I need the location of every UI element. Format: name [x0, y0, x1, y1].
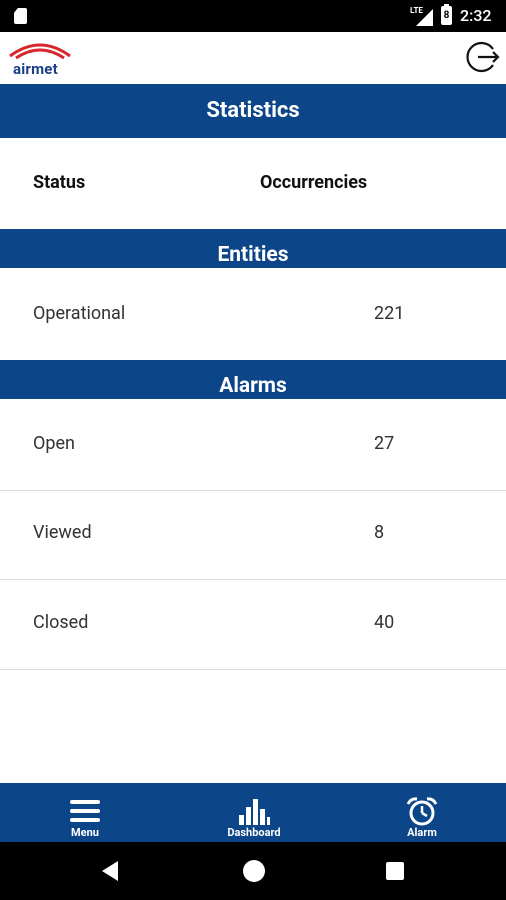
- row-label: Open: [33, 433, 75, 454]
- logout-icon[interactable]: [466, 40, 500, 74]
- divider: [0, 579, 506, 580]
- bottom-navigation: Menu Dashboard Alarm: [0, 783, 506, 842]
- occurrences-column-header: Occurrencies: [260, 172, 368, 193]
- row-label: Operational: [33, 303, 126, 324]
- row-label: Viewed: [33, 522, 92, 543]
- system-navigation-bar: [0, 842, 506, 900]
- nav-dashboard-button[interactable]: Dashboard: [204, 783, 304, 842]
- home-icon[interactable]: [243, 860, 265, 882]
- alarms-section-header: Alarms: [0, 360, 506, 399]
- clock: 2:32: [460, 6, 492, 25]
- battery-icon: 8: [441, 4, 452, 25]
- recent-apps-icon[interactable]: [386, 862, 404, 880]
- logo-text: airmet: [13, 60, 58, 78]
- app-header: airmet: [0, 32, 506, 84]
- nav-alarm-button[interactable]: Alarm: [372, 783, 472, 842]
- row-value: 40: [374, 612, 395, 633]
- alarm-clock-icon: [406, 797, 438, 826]
- nav-label: Menu: [71, 826, 99, 839]
- entities-section-header: Entities: [0, 229, 506, 268]
- page-title: Statistics: [0, 84, 506, 138]
- menu-icon: [70, 800, 100, 822]
- divider: [0, 490, 506, 491]
- nav-label: Alarm: [407, 826, 437, 839]
- bar-chart-icon: [239, 799, 270, 825]
- row-label: Closed: [33, 612, 89, 633]
- status-bar: LTE 8 2:32: [0, 0, 506, 32]
- back-icon[interactable]: [102, 861, 118, 881]
- nav-label: Dashboard: [227, 826, 281, 839]
- row-value: 27: [374, 433, 395, 454]
- nav-menu-button[interactable]: Menu: [35, 783, 135, 842]
- sim-card-icon: [14, 8, 27, 24]
- signal-icon: [416, 9, 433, 26]
- divider: [0, 669, 506, 670]
- row-value: 221: [374, 303, 405, 324]
- status-column-header: Status: [33, 172, 86, 193]
- row-value: 8: [374, 522, 385, 543]
